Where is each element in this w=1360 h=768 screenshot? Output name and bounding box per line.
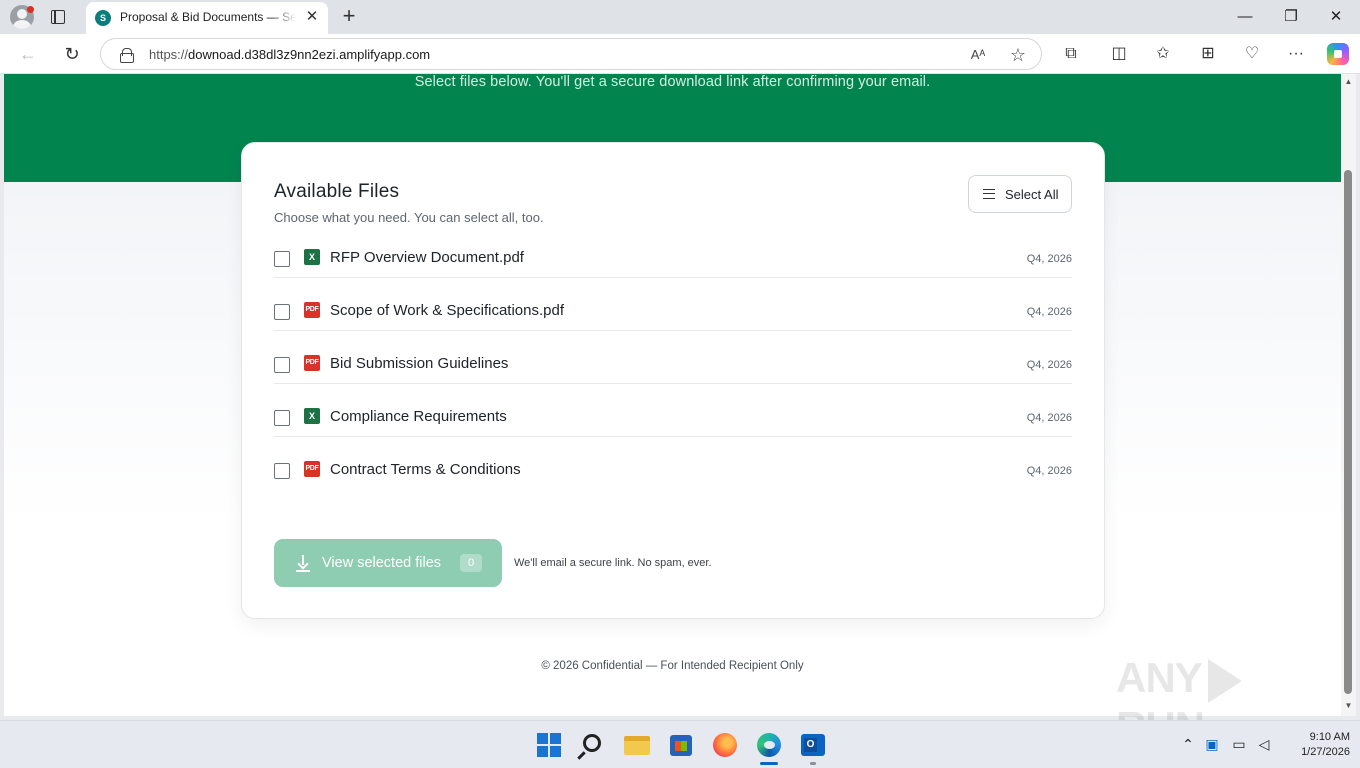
- view-selected-files-label: View selected files: [322, 555, 442, 571]
- windows-start-icon[interactable]: [535, 731, 563, 759]
- favorite-icon[interactable]: ☆: [1008, 45, 1028, 65]
- hero-subtitle: Select files below. You'll get a secure …: [414, 74, 931, 90]
- card-title: Available Files: [274, 181, 400, 202]
- back-icon[interactable]: ←: [17, 43, 39, 65]
- file-row[interactable]: PDF Bid Submission Guidelines Q4, 2026: [274, 331, 1072, 384]
- clock-time: 9:10 AM: [1309, 731, 1350, 743]
- file-date: Q4, 2026: [1026, 253, 1072, 265]
- view-selected-files-button[interactable]: View selected files 0: [274, 539, 502, 587]
- file-name[interactable]: Compliance Requirements: [330, 408, 507, 425]
- refresh-icon[interactable]: ↻: [61, 43, 83, 65]
- file-date: Q4, 2026: [1026, 359, 1072, 371]
- restore-icon[interactable]: ❐: [1280, 6, 1302, 28]
- page-scrollbar[interactable]: ▲ ▼: [1341, 74, 1356, 716]
- pdf-file-icon: PDF: [304, 461, 320, 477]
- read-aloud-icon[interactable]: Aᴬ: [968, 45, 988, 65]
- edge-active-indicator: [760, 762, 778, 765]
- file-row[interactable]: PDF Contract Terms & Conditions Q4, 2026: [274, 437, 1072, 490]
- select-all-button[interactable]: Select All: [968, 175, 1072, 213]
- minimize-icon[interactable]: —: [1234, 6, 1256, 28]
- file-date: Q4, 2026: [1026, 465, 1072, 477]
- file-row[interactable]: X Compliance Requirements Q4, 2026: [274, 384, 1072, 437]
- file-name[interactable]: RFP Overview Document.pdf: [330, 249, 524, 266]
- browser-tab-active[interactable]: S Proposal & Bid Documents — Secure Down…: [86, 2, 328, 34]
- select-all-label: Select All: [1005, 186, 1059, 202]
- anyrun-watermark: ANYRUN: [1116, 654, 1316, 750]
- microsoft-store-icon[interactable]: [667, 731, 695, 759]
- lock-icon[interactable]: [120, 48, 134, 63]
- file-date: Q4, 2026: [1026, 306, 1072, 318]
- firefox-icon[interactable]: [711, 731, 739, 759]
- chevron-up-icon[interactable]: ⌃: [1178, 734, 1198, 754]
- network-icon[interactable]: ▭: [1229, 734, 1249, 754]
- email-note: We'll email a secure link. No spam, ever…: [514, 557, 712, 569]
- file-checkbox[interactable]: [274, 304, 290, 320]
- new-tab-icon[interactable]: +: [339, 5, 359, 27]
- download-icon: [296, 555, 310, 571]
- card-subtitle: Choose what you need. You can select all…: [274, 210, 544, 225]
- file-checkbox[interactable]: [274, 410, 290, 426]
- scroll-thumb[interactable]: [1344, 170, 1352, 694]
- scroll-down-icon[interactable]: ▼: [1344, 702, 1353, 710]
- page-viewport: Select files below. You'll get a secure …: [4, 74, 1341, 716]
- file-checkbox[interactable]: [274, 357, 290, 373]
- browser-toolbar: ← ↻ https://downoad.d38dl3z9nn2ezi.ampli…: [0, 34, 1360, 74]
- file-name[interactable]: Scope of Work & Specifications.pdf: [330, 302, 564, 319]
- browser-essentials-icon[interactable]: ♡: [1241, 43, 1263, 65]
- watermark-left: ANY: [1116, 654, 1203, 701]
- download-icon-base: [296, 570, 310, 572]
- search-icon[interactable]: [579, 731, 607, 759]
- file-name[interactable]: Bid Submission Guidelines: [330, 355, 508, 372]
- tab-actions-icon[interactable]: [48, 7, 68, 27]
- watermark-play-icon: [1207, 658, 1242, 703]
- window-close-icon[interactable]: ✕: [1325, 6, 1347, 28]
- files-card: Available Files Choose what you need. Yo…: [241, 142, 1105, 619]
- extensions-icon[interactable]: ⧉: [1060, 43, 1082, 65]
- file-row[interactable]: X RFP Overview Document.pdf Q4, 2026: [274, 225, 1072, 278]
- windows-taskbar: ⌃ ▣ ▭ ◁ 9:10 AM 1/27/2026: [0, 720, 1360, 768]
- selected-count-badge: 0: [460, 554, 482, 572]
- list-icon: [983, 189, 995, 199]
- excel-file-icon: X: [304, 249, 320, 265]
- edge-icon[interactable]: [755, 731, 783, 759]
- scroll-up-icon[interactable]: ▲: [1344, 78, 1353, 86]
- tab-title: Proposal & Bid Documents — Secure Downlo…: [120, 10, 296, 24]
- file-name[interactable]: Contract Terms & Conditions: [330, 461, 521, 478]
- collections-icon[interactable]: ⊞: [1197, 43, 1219, 65]
- file-checkbox[interactable]: [274, 251, 290, 267]
- more-icon[interactable]: ···: [1285, 43, 1307, 65]
- outlook-running-indicator: [810, 762, 816, 765]
- copilot-icon[interactable]: [1327, 43, 1349, 65]
- screen: S Proposal & Bid Documents — Secure Down…: [0, 0, 1360, 768]
- outlook-icon[interactable]: [799, 731, 827, 759]
- clock-date: 1/27/2026: [1301, 746, 1350, 758]
- profile-notification-dot: [27, 6, 34, 13]
- system-clock[interactable]: 9:10 AM 1/27/2026: [1280, 730, 1350, 760]
- pdf-file-icon: PDF: [304, 355, 320, 371]
- site-favicon-icon: S: [95, 10, 111, 26]
- favorites-icon[interactable]: ✩: [1152, 43, 1174, 65]
- file-checkbox[interactable]: [274, 463, 290, 479]
- volume-icon[interactable]: ◁: [1254, 734, 1274, 754]
- address-bar[interactable]: https://downoad.d38dl3z9nn2ezi.amplifyap…: [100, 38, 1042, 70]
- pdf-file-icon: PDF: [304, 302, 320, 318]
- url-text[interactable]: https://downoad.d38dl3z9nn2ezi.amplifyap…: [149, 47, 430, 62]
- tab-close-icon[interactable]: ✕: [304, 9, 320, 25]
- file-date: Q4, 2026: [1026, 412, 1072, 424]
- file-row[interactable]: PDF Scope of Work & Specifications.pdf Q…: [274, 278, 1072, 331]
- file-explorer-icon[interactable]: [623, 731, 651, 759]
- browser-tab-strip: S Proposal & Bid Documents — Secure Down…: [0, 0, 1360, 34]
- split-screen-icon[interactable]: ◫: [1108, 43, 1130, 65]
- outlook-tray-icon[interactable]: ▣: [1202, 734, 1222, 754]
- excel-file-icon: X: [304, 408, 320, 424]
